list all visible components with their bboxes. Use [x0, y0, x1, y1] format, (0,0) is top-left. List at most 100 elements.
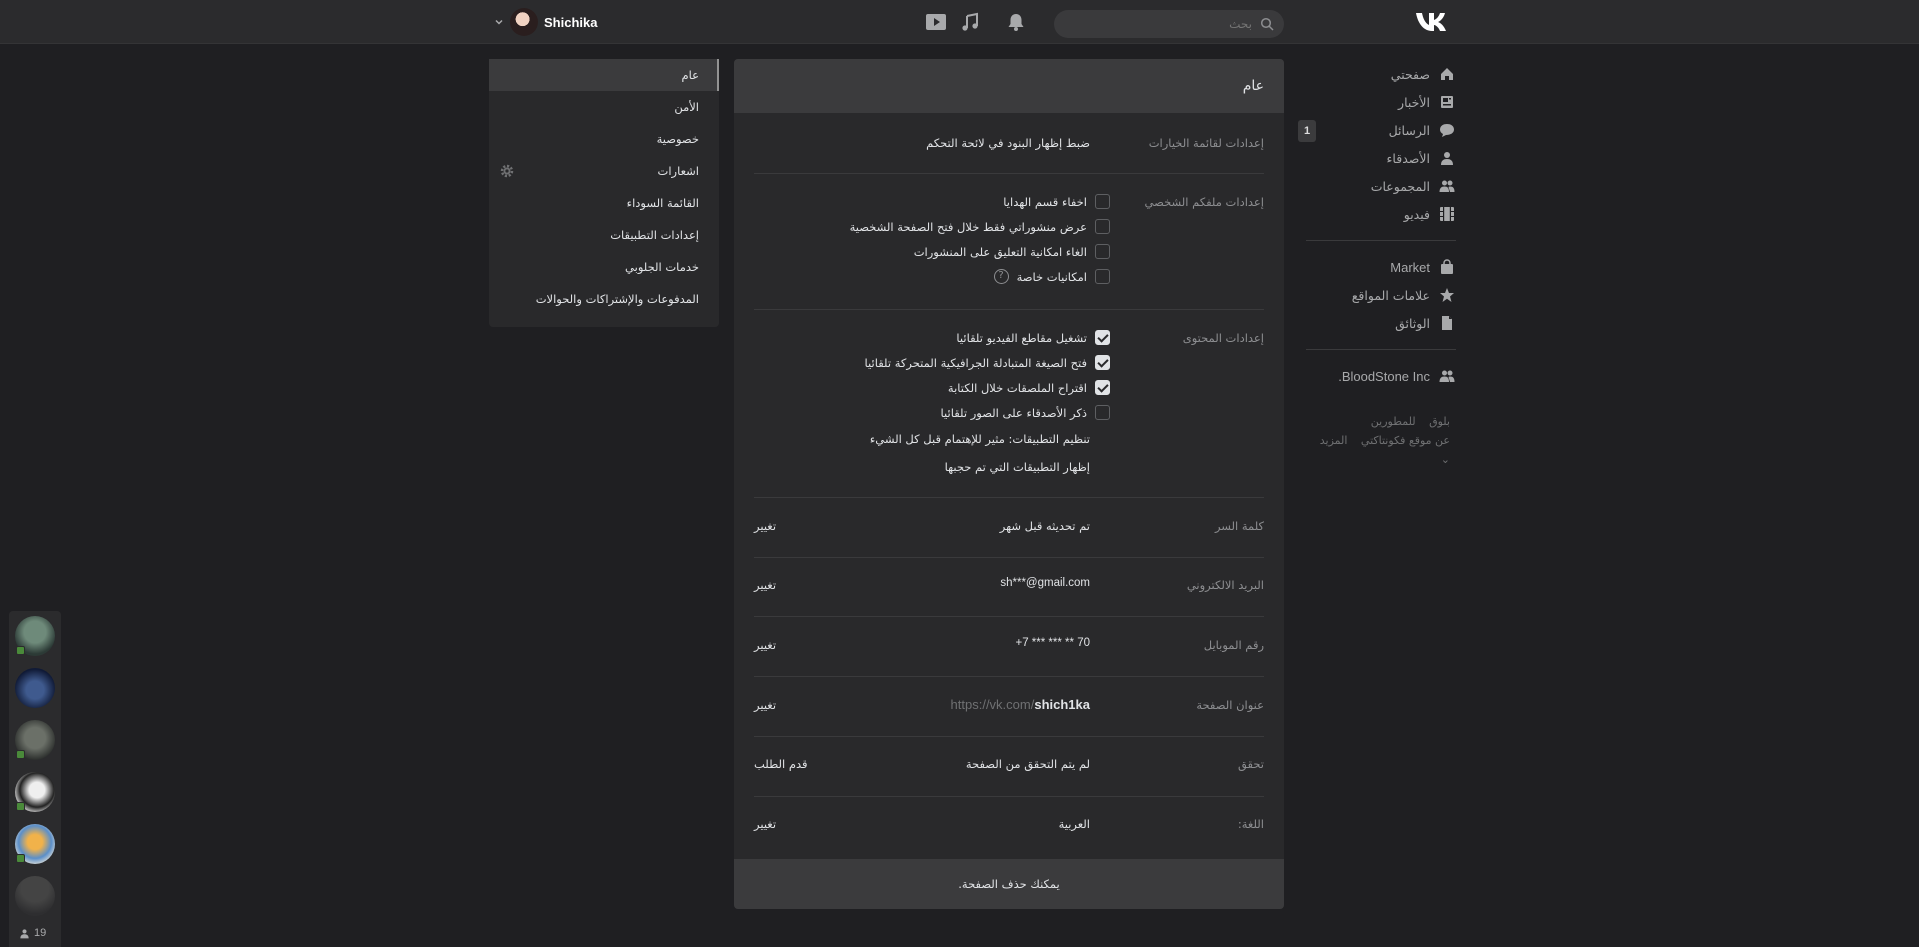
- top-bar: Shichika: [0, 0, 1919, 44]
- checkbox[interactable]: [1095, 269, 1110, 284]
- gear-icon[interactable]: [499, 163, 515, 179]
- checkbox[interactable]: [1095, 244, 1110, 259]
- checkbox-accessibility[interactable]: امكانيات خاصة?: [993, 269, 1110, 284]
- main-navigation: صفحتي الأخبار الرسائل 1 الأصدقاء المجموع…: [1298, 60, 1456, 390]
- documents-icon: [1438, 314, 1456, 332]
- nav-item-groups[interactable]: المجموعات: [1306, 172, 1456, 200]
- online-friends-count[interactable]: 19: [19, 927, 46, 939]
- avatar: [510, 8, 538, 36]
- settings-tab-mobile-services[interactable]: خدمات الجلوبي: [489, 251, 719, 283]
- settings-tab-security[interactable]: الأمن: [489, 91, 719, 123]
- settings-card: عام إعدادات لقائمة الخيارات ضبط إظهار ال…: [734, 59, 1284, 909]
- checkbox-label: ذكر الأصدقاء على الصور تلقائيا: [940, 405, 1087, 420]
- row-label: إعدادات ملفكم الشخصي: [1144, 195, 1264, 209]
- submit-request-button[interactable]: قدم الطلب: [754, 757, 808, 771]
- video-play-icon[interactable]: [925, 11, 947, 33]
- row-label: تحقق: [1237, 757, 1264, 771]
- checkbox-tag-friends[interactable]: ذكر الأصدقاء على الصور تلقائيا: [941, 405, 1110, 420]
- apps-order-link[interactable]: تنظيم التطبيقات: مثير للإهتمام قبل كل ال…: [870, 432, 1090, 446]
- help-icon[interactable]: ?: [993, 269, 1009, 284]
- page-address-value: https://vk.com/shich1ka: [951, 697, 1090, 712]
- footer-link-blog[interactable]: بلوق: [1429, 415, 1450, 428]
- checkbox-own-posts-only[interactable]: عرض منشوراتي فقط خلال فتح الصفحة الشخصية: [850, 219, 1110, 234]
- nav-item-label: Market: [1390, 259, 1430, 275]
- nav-item-documents[interactable]: الوثائق: [1306, 309, 1456, 337]
- search-icon: [1260, 17, 1274, 31]
- settings-tab-blacklist[interactable]: القائمة السوداء: [489, 187, 719, 219]
- chat-avatar[interactable]: [15, 876, 55, 916]
- checkbox-autoplay-gif[interactable]: فتح الصيغة المتبادلة الجرافيكية المتحركة…: [865, 355, 1110, 370]
- music-icon[interactable]: [959, 11, 981, 33]
- settings-tab-payments[interactable]: المدفوعات والإشتراكات والحوالات: [489, 283, 719, 315]
- chat-avatar[interactable]: [15, 772, 55, 812]
- group-icon: [1438, 367, 1456, 385]
- show-hidden-apps-link[interactable]: إظهار التطبيقات التي تم حجبها: [945, 460, 1090, 474]
- nav-item-label: الوثائق: [1395, 315, 1430, 331]
- bell-icon[interactable]: [1005, 11, 1027, 33]
- footer-links: بلوق للمطورين عن موقع فكونتاكتي المزيد ⌄: [1306, 412, 1450, 469]
- checkbox[interactable]: [1095, 194, 1110, 209]
- change-language-button[interactable]: تغيير: [754, 817, 776, 831]
- change-phone-button[interactable]: تغيير: [754, 638, 776, 652]
- nav-divider: [1306, 240, 1456, 241]
- divider: [754, 497, 1264, 498]
- checkbox-autoplay-video[interactable]: تشغيل مقاطع الفيديو تلقائيا: [956, 330, 1110, 345]
- checkbox-label: تشغيل مقاطع الفيديو تلقائيا: [956, 330, 1087, 345]
- settings-tab-general[interactable]: عام: [489, 59, 719, 91]
- nav-item-video[interactable]: فيديو: [1306, 200, 1456, 228]
- user-menu[interactable]: Shichika: [494, 8, 597, 36]
- nav-item-bookmarks[interactable]: علامات المواقع: [1306, 281, 1456, 309]
- vk-logo-icon[interactable]: [1414, 10, 1450, 34]
- groups-icon: [1438, 177, 1456, 195]
- checkbox[interactable]: [1095, 219, 1110, 234]
- settings-tab-apps[interactable]: إعدادات التطبيقات: [489, 219, 719, 251]
- divider: [754, 676, 1264, 677]
- checkbox-label: امكانيات خاصة: [1016, 269, 1087, 284]
- nav-item-label: الرسائل: [1388, 122, 1430, 138]
- settings-tab-notifications[interactable]: اشعارات: [489, 155, 719, 187]
- footer-link-about[interactable]: عن موقع فكونتاكتي: [1361, 434, 1450, 447]
- nav-item-label: المجموعات: [1370, 178, 1430, 194]
- news-icon: [1438, 93, 1456, 111]
- checkbox-hide-gifts[interactable]: اخفاء قسم الهدايا: [1003, 194, 1110, 209]
- delete-page-link[interactable]: يمكنك حذف الصفحة.: [734, 859, 1284, 909]
- change-address-button[interactable]: تغيير: [754, 698, 776, 712]
- row-label: كلمة السر: [1214, 519, 1264, 533]
- search-box[interactable]: [1054, 10, 1284, 38]
- menu-settings-link[interactable]: ضبط إظهار البنود في لائحة التحكم: [926, 136, 1090, 150]
- chat-list: 19: [9, 611, 61, 947]
- nav-item-label: BloodStone Inc.: [1338, 368, 1430, 384]
- nav-item-messages[interactable]: الرسائل 1: [1298, 116, 1456, 144]
- checkbox-disable-comments[interactable]: الغاء امكانية التعليق على المنشورات: [914, 244, 1110, 259]
- checkbox-checked[interactable]: [1095, 380, 1110, 395]
- change-email-button[interactable]: تغيير: [754, 578, 776, 592]
- checkbox-label: الغاء امكانية التعليق على المنشورات: [913, 244, 1087, 259]
- chat-avatar[interactable]: [15, 824, 55, 864]
- nav-item-my-page[interactable]: صفحتي: [1306, 60, 1456, 88]
- checkbox[interactable]: [1095, 405, 1110, 420]
- checkbox-checked[interactable]: [1095, 355, 1110, 370]
- nav-item-market[interactable]: Market: [1306, 253, 1456, 281]
- search-input[interactable]: [1054, 10, 1284, 38]
- chat-avatar[interactable]: [15, 616, 55, 656]
- nav-item-news[interactable]: الأخبار: [1306, 88, 1456, 116]
- chat-avatar[interactable]: [15, 668, 55, 708]
- row-label: عنوان الصفحة: [1196, 698, 1264, 712]
- divider: [754, 736, 1264, 737]
- checkbox-checked[interactable]: [1095, 330, 1110, 345]
- nav-item-friends[interactable]: الأصدقاء: [1306, 144, 1456, 172]
- count-value: 19: [34, 927, 47, 939]
- unread-count-badge[interactable]: 1: [1298, 120, 1316, 142]
- footer-link-developers[interactable]: للمطورين: [1371, 415, 1416, 428]
- language-value: العربية: [1058, 817, 1090, 831]
- divider: [754, 616, 1264, 617]
- change-password-button[interactable]: تغيير: [754, 519, 776, 533]
- checkbox-label: عرض منشوراتي فقط خلال فتح الصفحة الشخصية: [849, 219, 1087, 234]
- row-label: إعدادات المحتوى: [1182, 331, 1264, 345]
- nav-item-group-bloodstone[interactable]: BloodStone Inc.: [1306, 362, 1456, 390]
- nav-item-label: الأخبار: [1398, 94, 1430, 110]
- friends-icon: [1438, 149, 1456, 167]
- settings-tab-privacy[interactable]: خصوصية: [489, 123, 719, 155]
- chat-avatar[interactable]: [15, 720, 55, 760]
- checkbox-suggest-stickers[interactable]: اقتراح الملصقات خلال الكتابة: [948, 380, 1110, 395]
